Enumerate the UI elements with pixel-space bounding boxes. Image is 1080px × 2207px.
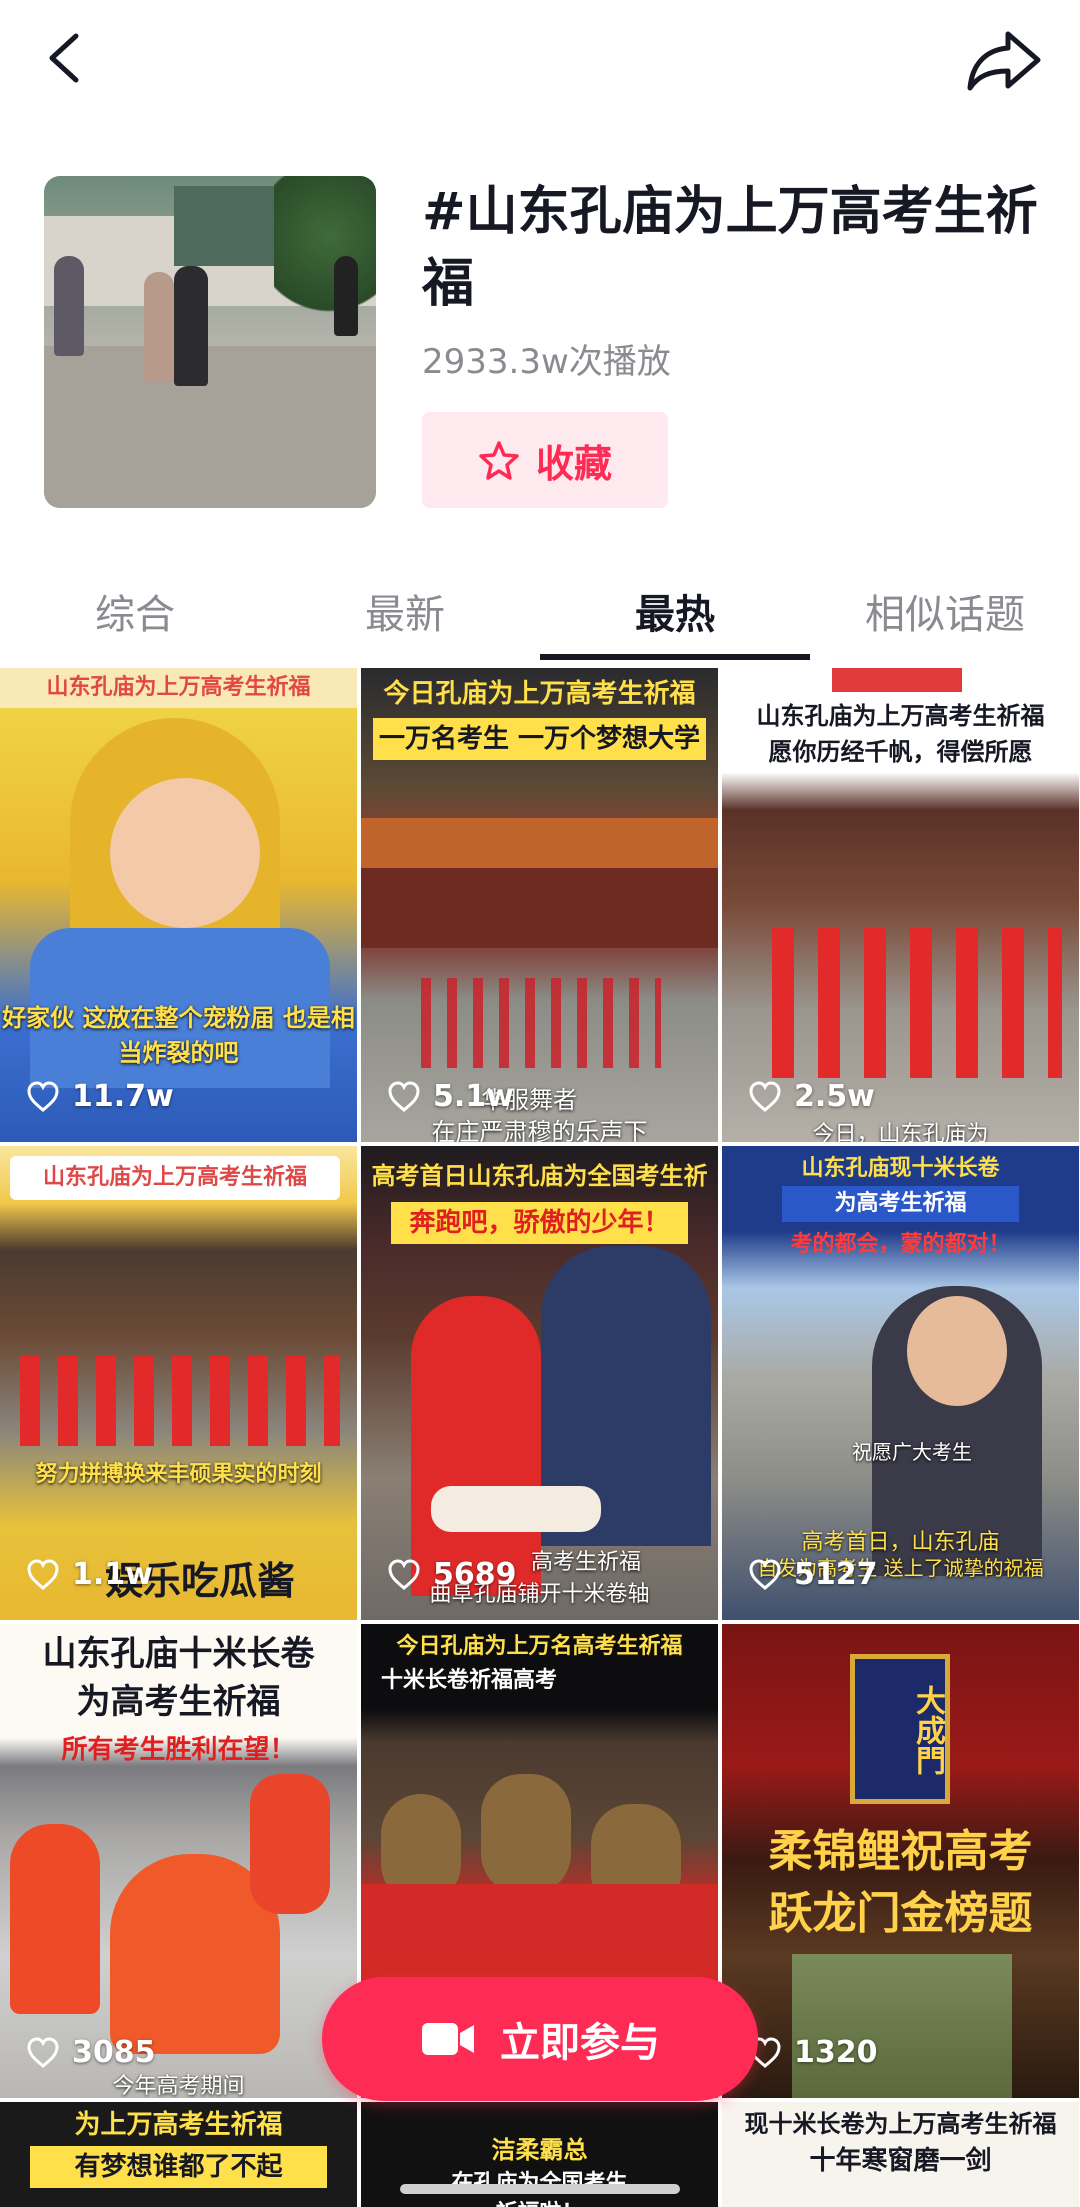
heart-icon — [388, 1080, 420, 1112]
like-count: 2.5w — [748, 1079, 875, 1114]
home-indicator — [400, 2184, 680, 2194]
video-title: 今日孔庙为上万高考生祈福 — [383, 679, 696, 709]
heart-icon — [27, 1558, 59, 1590]
like-count-value: 5127 — [794, 1557, 878, 1592]
video-card[interactable]: 山东孔庙为上万高考生祈福 愿你历经千帆，得偿所愿 今日，山东孔庙为 2.5w — [722, 668, 1079, 1142]
video-mid-text: 祝愿广大考生 — [852, 1440, 972, 1464]
video-card[interactable]: 山东孔庙为上万高考生祈福 努力拼搏换来丰硕果实的时刻 娱乐吃瓜酱 1.1w — [0, 1146, 357, 1620]
heart-icon — [749, 1558, 781, 1590]
tab-similar-topics[interactable]: 相似话题 — [810, 560, 1080, 662]
video-card[interactable]: 山东孔庙十米长卷 为高考生祈福 所有考生胜利在望！ 今年高考期间 3085 — [0, 1624, 357, 2098]
video-third-line: 所有考生胜利在望！ — [61, 1735, 296, 1765]
star-icon — [479, 441, 519, 480]
video-card[interactable]: 今日孔庙为上万高考生祈福 一万名考生 一万个梦想大学 华服舞者 在庄严肃穆的乐声… — [361, 668, 718, 1142]
video-camera-icon — [422, 2023, 474, 2055]
video-subtitle: 为高考生祈福 — [782, 1186, 1019, 1222]
video-third-line: 考的都会，蒙的都对！ — [790, 1232, 1011, 1257]
heart-icon — [27, 1080, 59, 1112]
video-third-line: 跃龙门金榜题 — [768, 1888, 1033, 1939]
video-subtitle: 努力拼搏换来丰硕果实的时刻 — [35, 1462, 322, 1487]
video-overlay-text: 华服舞者 — [481, 1086, 577, 1114]
share-button[interactable] — [964, 26, 1044, 96]
like-count: 1320 — [748, 2035, 878, 2070]
video-third-line: 祈福啦！ — [361, 2198, 718, 2207]
favorite-button[interactable]: 收藏 — [422, 412, 668, 508]
play-count: 2933.3w次播放 — [422, 342, 671, 382]
active-tab-indicator — [540, 654, 810, 660]
like-count: 5689 — [387, 1557, 517, 1592]
video-subtitle: 有梦想谁都了不起 — [30, 2146, 327, 2188]
video-card[interactable]: 大成門 柔锦鲤祝高考 跃龙门金榜题 1320 — [722, 1624, 1079, 2098]
favorite-label: 收藏 — [535, 441, 612, 486]
video-subtitle: 十米长卷祈福高考 — [381, 1668, 558, 1693]
video-title: 山东孔庙十米长卷 — [42, 1634, 315, 1674]
tab-overview[interactable]: 综合 — [0, 560, 270, 662]
back-button[interactable] — [36, 28, 96, 88]
video-card[interactable]: 为上万高考生祈福 有梦想谁都了不起 — [0, 2102, 357, 2207]
topic-cover-image[interactable] — [44, 176, 376, 508]
like-count: 3085 — [26, 2035, 156, 2070]
video-title: 大成門 — [910, 1685, 945, 1775]
video-card[interactable]: 山东孔庙现十米长卷 为高考生祈福 考的都会，蒙的都对！ 祝愿广大考生 高考首日，… — [722, 1146, 1079, 1620]
video-bottom-text: 在庄严肃穆的乐声下 — [431, 1118, 648, 1142]
like-count-value: 1320 — [794, 2035, 878, 2070]
like-count-value: 5.1w — [433, 1079, 514, 1114]
video-subtitle: 十年寒窗磨一剑 — [809, 2146, 992, 2176]
tab-hottest[interactable]: 最热 — [540, 560, 810, 662]
video-subtitle: 好家伙 这放在整个宠粉届 也是相当炸裂的吧 — [2, 1004, 355, 1067]
like-count-value: 5689 — [433, 1557, 517, 1592]
like-count: 11.7w — [26, 1079, 174, 1114]
video-subtitle: 一万名考生 一万个梦想大学 — [373, 718, 706, 760]
video-subtitle: 为高考生祈福 — [76, 1682, 281, 1722]
participate-button[interactable]: 立即参与 — [322, 1977, 758, 2101]
share-arrow-icon — [967, 31, 1041, 91]
tab-latest[interactable]: 最新 — [270, 560, 540, 662]
heart-icon — [388, 1558, 420, 1590]
chevron-left-icon — [49, 33, 79, 83]
heart-icon — [27, 2036, 59, 2068]
like-count: 1.1w — [26, 1557, 153, 1592]
video-card[interactable]: 山东孔庙为上万高考生祈福 好家伙 这放在整个宠粉届 也是相当炸裂的吧 11.7w — [0, 668, 357, 1142]
video-bottom-text: 今日，山东孔庙为 — [812, 1122, 989, 1142]
like-count-value: 2.5w — [794, 1079, 875, 1114]
video-title: 山东孔庙为上万高考生祈福 — [10, 1156, 340, 1200]
video-title: 山东孔庙现十米长卷 — [801, 1156, 1000, 1181]
tab-bar: 综合 最新 最热 相似话题 — [0, 560, 1080, 662]
video-card[interactable]: 高考首日山东孔庙为全国考生祈福 奔跑吧，骄傲的少年！ 高考生祈福 曲阜孔庙铺开十… — [361, 1146, 718, 1620]
participate-label: 立即参与 — [500, 2020, 660, 2066]
video-title: 现十米长卷为上万高考生祈福 — [744, 2110, 1057, 2138]
like-count-value: 3085 — [72, 2035, 156, 2070]
topic-title: #山东孔庙为上万高考生祈福 — [422, 182, 1038, 314]
video-subtitle: 奔跑吧，骄傲的少年！ — [391, 1202, 688, 1244]
video-title: 山东孔庙为上万高考生祈福 — [756, 702, 1045, 730]
like-count: 5.1w — [387, 1079, 514, 1114]
like-count-value: 1.1w — [72, 1557, 153, 1592]
like-count: 5127 — [748, 1557, 878, 1592]
video-title: 洁柔霸总 — [491, 2136, 588, 2164]
video-title: 今日孔庙为上万名高考生祈福 — [396, 1634, 683, 1659]
video-title: 山东孔庙为上万高考生祈福 — [0, 668, 357, 708]
like-count-value: 11.7w — [72, 1079, 174, 1114]
video-card[interactable]: 现十米长卷为上万高考生祈福 十年寒窗磨一剑 — [722, 2102, 1079, 2207]
video-subtitle: 柔锦鲤祝高考 — [768, 1826, 1033, 1877]
video-bottom-text: 今年高考期间 — [112, 2074, 245, 2098]
heart-icon — [749, 1080, 781, 1112]
topic-header: #山东孔庙为上万高考生祈福 2933.3w次播放 收藏 — [44, 176, 1044, 516]
top-bar — [0, 0, 1080, 130]
video-subtitle: 愿你历经千帆，得偿所愿 — [768, 738, 1033, 766]
video-title: 为上万高考生祈福 — [74, 2110, 283, 2140]
